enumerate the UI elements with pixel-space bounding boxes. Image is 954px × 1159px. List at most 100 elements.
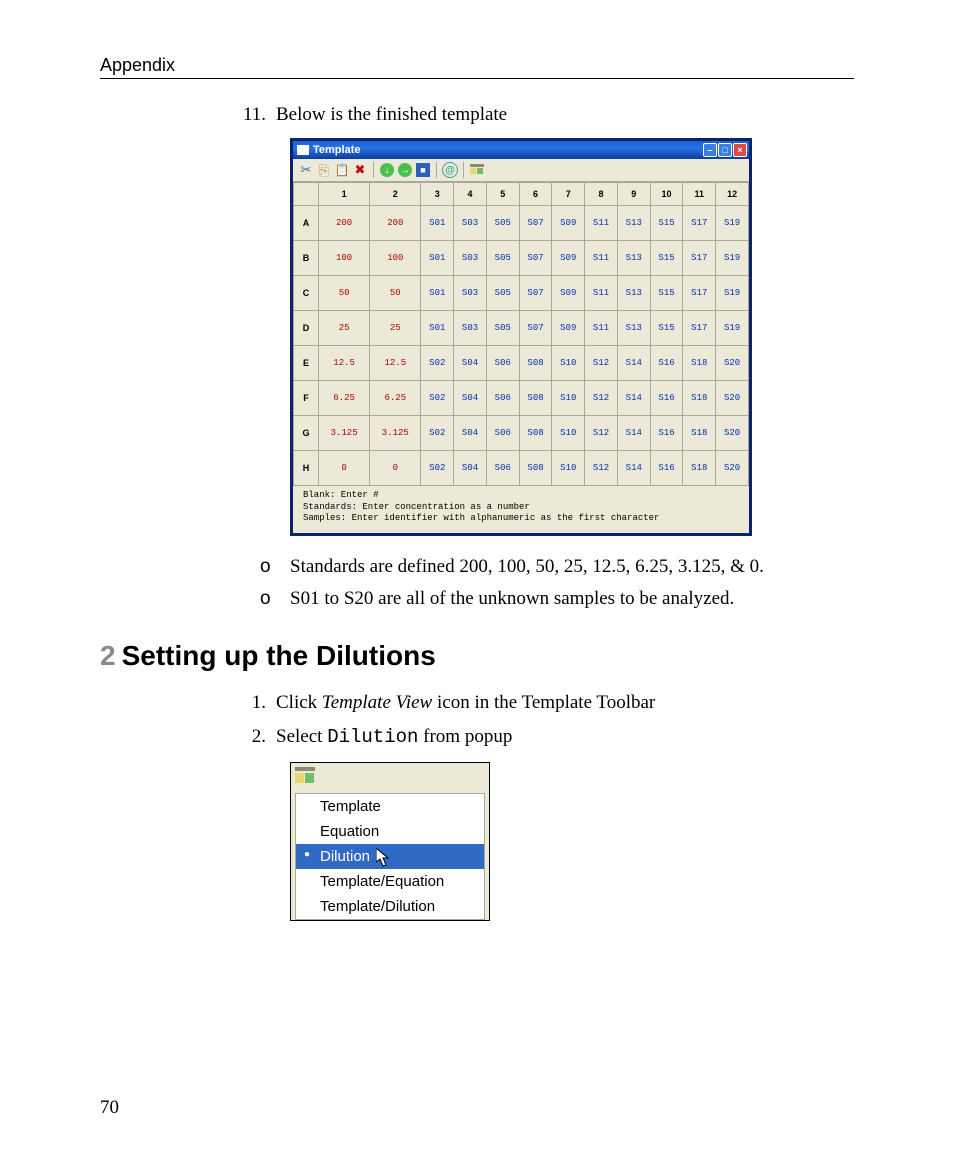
paste-icon[interactable] — [333, 161, 351, 179]
row-header[interactable]: B — [294, 241, 319, 276]
grid-cell[interactable]: S14 — [617, 381, 650, 416]
template-view-icon[interactable] — [295, 767, 317, 791]
grid-cell[interactable]: 50 — [370, 276, 421, 311]
grid-cell[interactable]: S15 — [650, 206, 683, 241]
grid-cell[interactable]: S06 — [486, 416, 519, 451]
grid-cell[interactable]: 200 — [319, 206, 370, 241]
grid-cell[interactable]: S04 — [454, 416, 487, 451]
column-header[interactable]: 3 — [421, 183, 454, 206]
grid-cell[interactable]: S07 — [519, 276, 552, 311]
grid-cell[interactable]: S01 — [421, 276, 454, 311]
grid-cell[interactable]: 0 — [319, 451, 370, 486]
row-header[interactable]: H — [294, 451, 319, 486]
grid-cell[interactable]: S19 — [716, 276, 749, 311]
column-header[interactable]: 9 — [617, 183, 650, 206]
row-header[interactable]: F — [294, 381, 319, 416]
window-close-button[interactable]: × — [733, 143, 747, 157]
grid-cell[interactable]: 25 — [370, 311, 421, 346]
grid-cell[interactable]: S01 — [421, 206, 454, 241]
save-icon[interactable] — [416, 163, 430, 177]
grid-cell[interactable]: S04 — [454, 346, 487, 381]
grid-cell[interactable]: 100 — [319, 241, 370, 276]
grid-cell[interactable]: S03 — [454, 311, 487, 346]
grid-cell[interactable]: S16 — [650, 381, 683, 416]
column-header[interactable]: 1 — [319, 183, 370, 206]
grid-cell[interactable]: S15 — [650, 241, 683, 276]
grid-cell[interactable]: S12 — [585, 416, 618, 451]
grid-cell[interactable]: 6.25 — [319, 381, 370, 416]
row-header[interactable]: E — [294, 346, 319, 381]
grid-cell[interactable]: S09 — [552, 311, 585, 346]
grid-cell[interactable]: S05 — [486, 276, 519, 311]
grid-cell[interactable]: S20 — [716, 416, 749, 451]
grid-cell[interactable]: S10 — [552, 416, 585, 451]
window-minimize-button[interactable]: – — [703, 143, 717, 157]
menu-item[interactable]: Template — [296, 794, 484, 819]
grid-cell[interactable]: 6.25 — [370, 381, 421, 416]
grid-cell[interactable]: S13 — [617, 311, 650, 346]
grid-cell[interactable]: 25 — [319, 311, 370, 346]
fill-down-icon[interactable] — [380, 163, 394, 177]
grid-cell[interactable]: S02 — [421, 346, 454, 381]
row-header[interactable]: G — [294, 416, 319, 451]
grid-cell[interactable]: 0 — [370, 451, 421, 486]
grid-cell[interactable]: 50 — [319, 276, 370, 311]
grid-cell[interactable]: S06 — [486, 381, 519, 416]
grid-cell[interactable]: S20 — [716, 346, 749, 381]
grid-cell[interactable]: S17 — [683, 206, 716, 241]
grid-cell[interactable]: S06 — [486, 346, 519, 381]
grid-cell[interactable]: S07 — [519, 311, 552, 346]
grid-cell[interactable]: S17 — [683, 241, 716, 276]
grid-cell[interactable]: S08 — [519, 416, 552, 451]
window-maximize-button[interactable]: □ — [718, 143, 732, 157]
grid-cell[interactable]: S10 — [552, 381, 585, 416]
grid-cell[interactable]: 100 — [370, 241, 421, 276]
grid-cell[interactable]: S12 — [585, 451, 618, 486]
grid-cell[interactable]: S10 — [552, 451, 585, 486]
grid-cell[interactable]: 12.5 — [319, 346, 370, 381]
grid-cell[interactable]: S06 — [486, 451, 519, 486]
grid-cell[interactable]: S16 — [650, 451, 683, 486]
column-header[interactable]: 10 — [650, 183, 683, 206]
at-icon[interactable] — [442, 162, 458, 178]
column-header[interactable]: 5 — [486, 183, 519, 206]
cut-icon[interactable] — [297, 161, 315, 179]
grid-cell[interactable]: S15 — [650, 311, 683, 346]
grid-cell[interactable]: S05 — [486, 206, 519, 241]
plate-grid[interactable]: 123456789101112A200200S01S03S05S07S09S11… — [293, 182, 749, 486]
menu-item[interactable]: Template/Equation — [296, 869, 484, 894]
grid-cell[interactable]: S09 — [552, 276, 585, 311]
grid-cell[interactable]: S04 — [454, 451, 487, 486]
grid-cell[interactable]: S01 — [421, 311, 454, 346]
grid-cell[interactable]: S07 — [519, 241, 552, 276]
grid-cell[interactable]: S19 — [716, 311, 749, 346]
grid-cell[interactable]: S16 — [650, 346, 683, 381]
grid-cell[interactable]: S12 — [585, 381, 618, 416]
grid-cell[interactable]: S18 — [683, 346, 716, 381]
grid-cell[interactable]: S14 — [617, 416, 650, 451]
window-sysmenu-icon[interactable] — [297, 145, 309, 155]
column-header[interactable]: 12 — [716, 183, 749, 206]
menu-item[interactable]: Template/Dilution — [296, 894, 484, 919]
grid-cell[interactable]: S08 — [519, 381, 552, 416]
column-header[interactable]: 2 — [370, 183, 421, 206]
grid-cell[interactable]: S12 — [585, 346, 618, 381]
grid-cell[interactable]: S03 — [454, 241, 487, 276]
column-header[interactable]: 4 — [454, 183, 487, 206]
grid-cell[interactable]: S03 — [454, 276, 487, 311]
grid-cell[interactable]: S19 — [716, 241, 749, 276]
template-view-icon[interactable] — [470, 164, 484, 176]
column-header[interactable]: 8 — [585, 183, 618, 206]
grid-cell[interactable]: 3.125 — [370, 416, 421, 451]
grid-cell[interactable]: S13 — [617, 276, 650, 311]
grid-cell[interactable]: S02 — [421, 416, 454, 451]
grid-cell[interactable]: 12.5 — [370, 346, 421, 381]
grid-cell[interactable]: S07 — [519, 206, 552, 241]
grid-cell[interactable]: S14 — [617, 451, 650, 486]
grid-cell[interactable]: S19 — [716, 206, 749, 241]
grid-cell[interactable]: S02 — [421, 381, 454, 416]
row-header[interactable]: C — [294, 276, 319, 311]
grid-cell[interactable]: S05 — [486, 311, 519, 346]
grid-cell[interactable]: S08 — [519, 451, 552, 486]
column-header[interactable]: 6 — [519, 183, 552, 206]
